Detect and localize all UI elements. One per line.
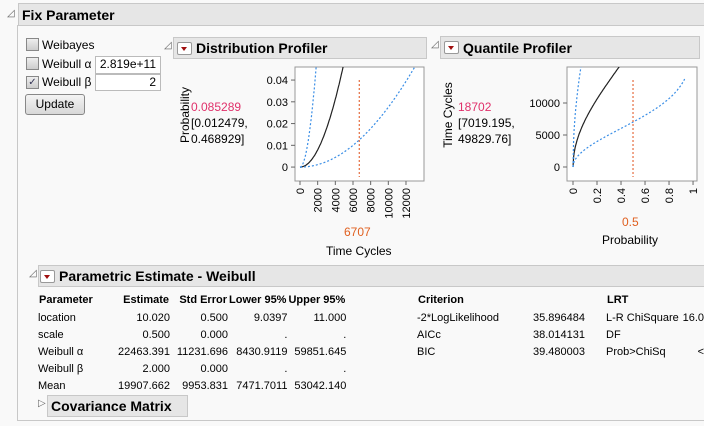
cell: 7471.7011	[236, 379, 288, 392]
x-tick-label: 0.8	[664, 188, 676, 203]
covariance-matrix-header[interactable]: Covariance Matrix	[47, 395, 188, 417]
cell: Mean	[38, 379, 66, 392]
col-header: Upper 95%	[288, 293, 346, 306]
y-tick-label: 0.03	[267, 97, 288, 109]
col-header: LRT	[607, 293, 629, 306]
cell: 59851.645	[294, 345, 347, 358]
x-tick-label: 0.4	[616, 188, 628, 203]
col-header: Estimate	[123, 293, 169, 306]
cell: 38.014131	[533, 328, 585, 341]
menu-icon[interactable]	[444, 41, 459, 54]
title: Covariance Matrix	[51, 398, 172, 414]
expand-icon[interactable]: ▷	[38, 398, 46, 409]
cell: location	[38, 311, 76, 324]
x-tick-label: 0.2	[592, 188, 604, 203]
x-tick-label: 1	[688, 188, 700, 194]
cell: 0.500	[200, 311, 228, 324]
cell: 8430.9119	[236, 345, 288, 358]
cell: DF	[606, 328, 621, 341]
x-axis-label: Probability	[602, 233, 659, 247]
cell: 0.500	[142, 328, 170, 341]
col-header: Std Error	[179, 293, 227, 306]
parameter-table: Parameter Estimate Std Error Lower 95% U…	[38, 290, 346, 394]
title: Quantile Profiler	[463, 39, 572, 56]
cell	[683, 326, 704, 343]
x-tick-label: 0	[568, 188, 580, 194]
cell: 0.000	[200, 328, 228, 341]
y-tick-label: 0	[282, 162, 288, 174]
collapse-icon[interactable]: ◿	[29, 268, 37, 279]
y-tick-label: 10000	[529, 98, 560, 110]
cell: .	[343, 362, 347, 375]
table-row: -2*LogLikelihood 35.896484	[417, 309, 585, 326]
profiler-value: 18702	[458, 100, 492, 114]
y-tick-label: 0.01	[267, 140, 288, 152]
y-tick-label: 0.04	[267, 75, 288, 87]
cell: .	[284, 328, 288, 341]
cell: 11.000	[313, 311, 347, 324]
title: Parametric Estimate - Weibull	[59, 268, 256, 284]
parametric-estimate-header[interactable]: Parametric Estimate - Weibull	[38, 265, 704, 287]
cell: 11231.696	[176, 345, 228, 358]
y-axis-label: Time Cycles	[441, 82, 455, 148]
cell: 0.000	[200, 362, 228, 375]
ci-upper: 49829.76]	[458, 132, 512, 146]
cell: Weibull β	[38, 362, 84, 375]
x-tick-label: 8000	[366, 188, 378, 212]
col-header: Parameter	[39, 293, 93, 306]
table-row: location 10.020 0.500 9.0397 11.000	[38, 309, 346, 326]
y-tick-label: 0.02	[267, 119, 288, 131]
cell: L-R ChiSquare	[606, 311, 679, 324]
cell: 9.0397	[253, 311, 288, 324]
table-row: Prob>ChiSq <	[606, 343, 704, 360]
cell: <	[697, 345, 704, 358]
cell: .	[284, 362, 288, 375]
table-row: AICc 38.014131	[417, 326, 585, 343]
cell: 10.020	[136, 311, 170, 324]
y-tick-label: 5000	[536, 130, 560, 142]
x-tick-label: 0.6	[640, 188, 652, 203]
cell: 16.0	[682, 311, 704, 324]
lrt-table: LRT L-R ChiSquare 16.0 DF Prob>ChiSq <	[606, 290, 704, 360]
x-tick-label: 0	[295, 188, 307, 194]
x-value[interactable]: 0.5	[622, 215, 639, 229]
cell: 9953.831	[182, 379, 228, 392]
cell: scale	[38, 328, 64, 341]
quantile-profiler-header[interactable]: Quantile Profiler	[440, 36, 700, 59]
x-tick-label: 12000	[401, 188, 413, 219]
table-row: scale 0.500 0.000..	[38, 326, 346, 343]
table-row: L-R ChiSquare 16.0	[606, 309, 704, 326]
menu-icon[interactable]	[40, 269, 55, 283]
table-row: Weibull β 2.000 0.000..	[38, 360, 346, 377]
cell: Prob>ChiSq	[606, 345, 666, 358]
cell: 53042.140	[294, 379, 347, 392]
cell: 35.896484	[533, 311, 585, 324]
x-tick-label: 6000	[348, 188, 360, 212]
cell: 22463.391	[118, 345, 170, 358]
cell: 2.000	[142, 362, 170, 375]
cell: .	[343, 328, 347, 341]
x-tick-label: 10000	[383, 188, 395, 219]
table-row: Mean 19907.662 9953.831 7471.7011 53042.140	[38, 377, 346, 394]
collapse-icon[interactable]: ◿	[431, 39, 439, 50]
cell: AICc	[417, 328, 441, 341]
y-tick-label: 0	[554, 162, 560, 174]
table-row: Weibull α 22463.391 11231.696 8430.9119 5985…	[38, 343, 346, 360]
cell: -2*LogLikelihood	[417, 311, 499, 324]
cell: 19907.662	[118, 379, 170, 392]
col-header: Criterion	[418, 293, 464, 306]
criterion-table: Criterion -2*LogLikelihood 35.896484 AICc…	[417, 290, 585, 360]
table-row: BIC 39.480003	[417, 343, 585, 360]
ci-lower: [7019.195,	[458, 116, 515, 130]
cell: Weibull α	[38, 345, 84, 358]
plot-frame	[566, 66, 698, 182]
x-tick-label: 2000	[313, 188, 325, 212]
x-tick-label: 4000	[330, 188, 342, 212]
col-header: Lower 95%	[229, 293, 287, 306]
cell: BIC	[417, 345, 436, 358]
table-row: DF	[606, 326, 704, 343]
cell: 39.480003	[533, 345, 585, 358]
